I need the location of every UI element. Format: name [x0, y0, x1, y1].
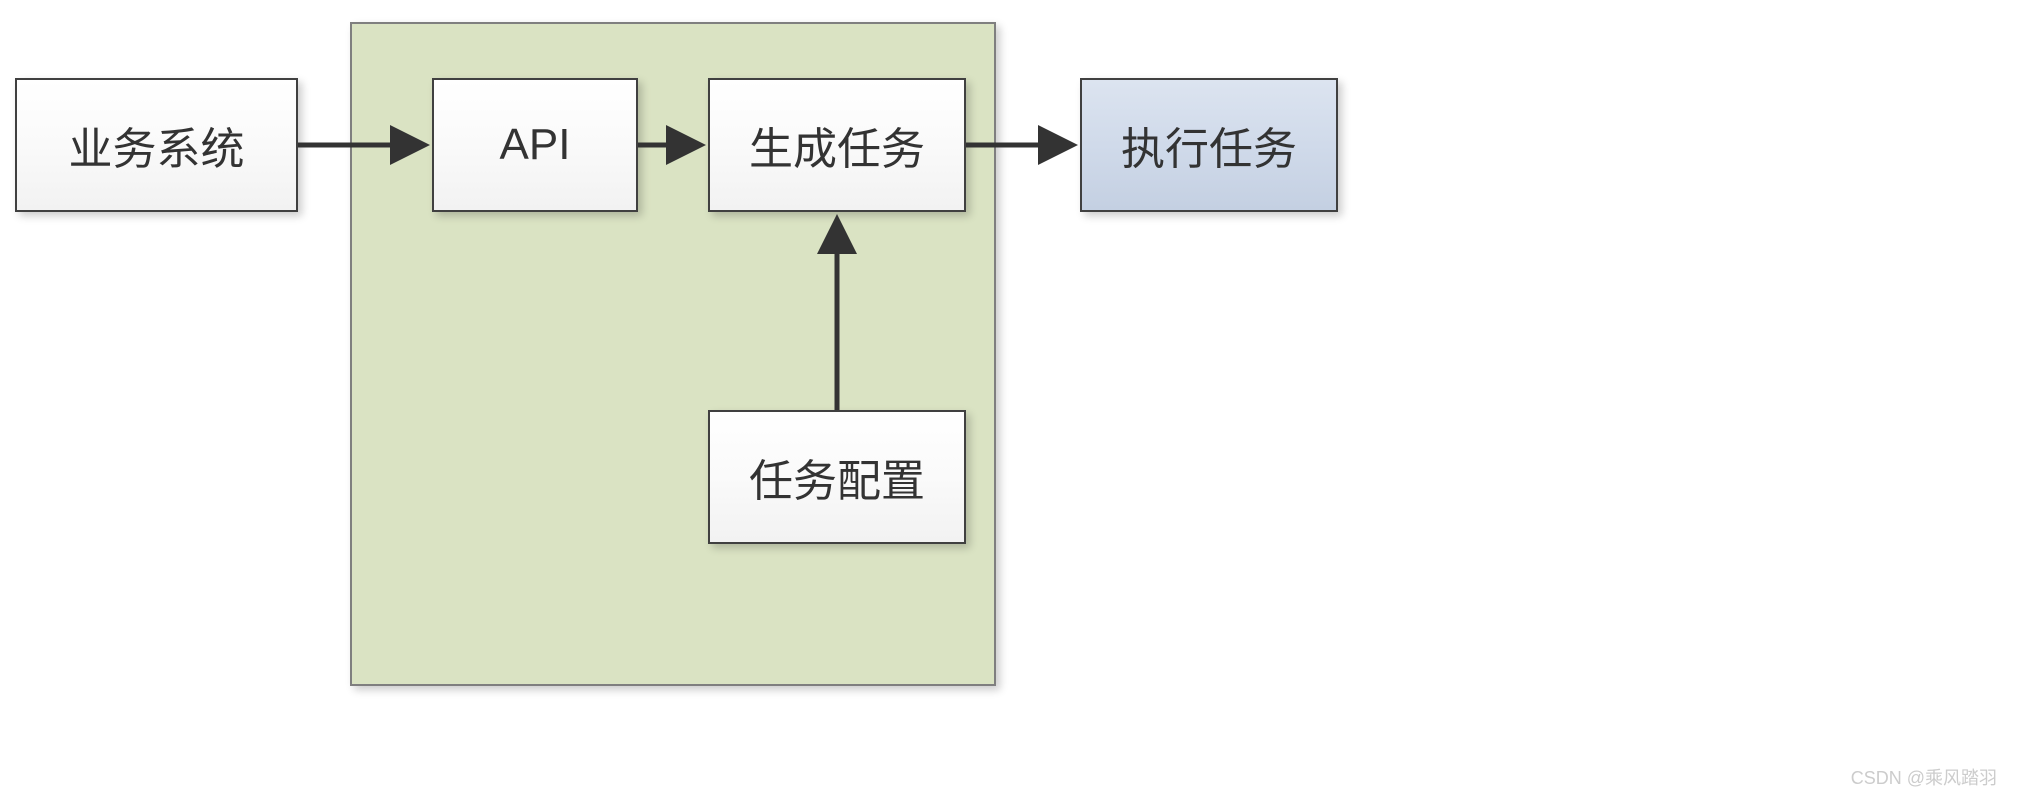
- node-task-config: 任务配置: [708, 410, 966, 544]
- watermark: CSDN @乘风踏羽: [1851, 764, 1997, 790]
- node-business-system: 业务系统: [15, 78, 298, 212]
- node-task-config-label: 任务配置: [749, 445, 925, 509]
- node-generate-task: 生成任务: [708, 78, 966, 212]
- node-api: API: [432, 78, 638, 212]
- node-api-label: API: [500, 120, 571, 170]
- node-generate-task-label: 生成任务: [749, 113, 925, 177]
- diagram-arrows: [0, 0, 2017, 798]
- node-execute-task: 执行任务: [1080, 78, 1338, 212]
- node-business-system-label: 业务系统: [69, 113, 245, 177]
- node-execute-task-label: 执行任务: [1121, 113, 1297, 177]
